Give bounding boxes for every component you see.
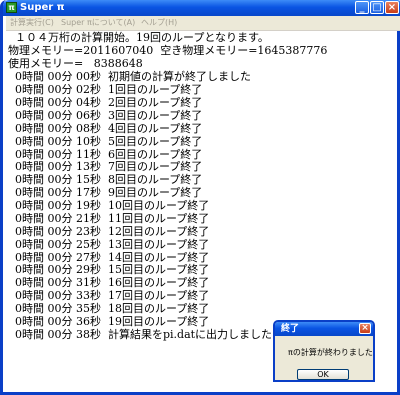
console-line: 0時間 00分 38秒 計算結果をpi.datに出力しました <box>8 328 273 341</box>
console-line: 0時間 00分 15秒 8回目のループ終了 <box>8 173 203 186</box>
console-line: 0時間 00分 35秒 18回目のループ終了 <box>8 302 210 315</box>
title-bar[interactable]: π Super π _ □ × <box>3 0 400 16</box>
console-line: 0時間 00分 19秒 10回目のループ終了 <box>8 199 210 212</box>
console-line: 物理メモリー=2011607040 空き物理メモリー=1645387776 <box>8 44 328 57</box>
dialog-message: πの計算が終わりました <box>288 348 373 357</box>
console-line: 0時間 00分 06秒 3回目のループ終了 <box>8 109 203 122</box>
console-line: 0時間 00分 17秒 9回目のループ終了 <box>8 186 203 199</box>
console-line: １０４万桁の計算開始。19回のループとなります。 <box>8 31 269 44</box>
finish-dialog: 終了 × πの計算が終わりました OK <box>273 320 375 382</box>
console-line: 0時間 00分 08秒 4回目のループ終了 <box>8 122 203 135</box>
console-line: 0時間 00分 33秒 17回目のループ終了 <box>8 289 210 302</box>
console-line: 0時間 00分 04秒 2回目のループ終了 <box>8 96 203 109</box>
console-line: 0時間 00分 10秒 5回目のループ終了 <box>8 135 203 148</box>
window-title: Super π <box>20 2 65 13</box>
menu-bar: 計算実行(C) Super πについて(A) ヘルプ(H) <box>6 16 400 31</box>
dialog-title-bar[interactable]: 終了 × <box>275 322 373 336</box>
menu-help[interactable]: ヘルプ(H) <box>141 17 177 29</box>
pi-app-icon: π <box>6 2 17 13</box>
console-line: 0時間 00分 21秒 11回目のループ終了 <box>8 212 210 225</box>
minimize-button[interactable]: _ <box>355 1 369 14</box>
console-line: 0時間 00分 13秒 7回目のループ終了 <box>8 160 203 173</box>
maximize-button[interactable]: □ <box>370 1 384 14</box>
console-line: 0時間 00分 02秒 1回目のループ終了 <box>8 83 203 96</box>
console-line: 使用メモリー= 8388648 <box>8 57 143 70</box>
menu-about[interactable]: Super πについて(A) <box>61 17 135 29</box>
dialog-close-button[interactable]: × <box>359 323 371 334</box>
console-line: 0時間 00分 29秒 15回目のループ終了 <box>8 263 210 276</box>
console-line: 0時間 00分 23秒 12回目のループ終了 <box>8 225 210 238</box>
menu-calculate[interactable]: 計算実行(C) <box>10 17 54 29</box>
console-line: 0時間 00分 36秒 19回目のループ終了 <box>8 315 210 328</box>
console-line: 0時間 00分 25秒 13回目のループ終了 <box>8 238 210 251</box>
ok-button[interactable]: OK <box>297 369 349 380</box>
console-line: 0時間 00分 31秒 16回目のループ終了 <box>8 276 210 289</box>
dialog-title: 終了 <box>281 324 300 334</box>
console-line: 0時間 00分 00秒 初期値の計算が終了しました <box>8 70 251 83</box>
close-button[interactable]: × <box>385 1 399 14</box>
